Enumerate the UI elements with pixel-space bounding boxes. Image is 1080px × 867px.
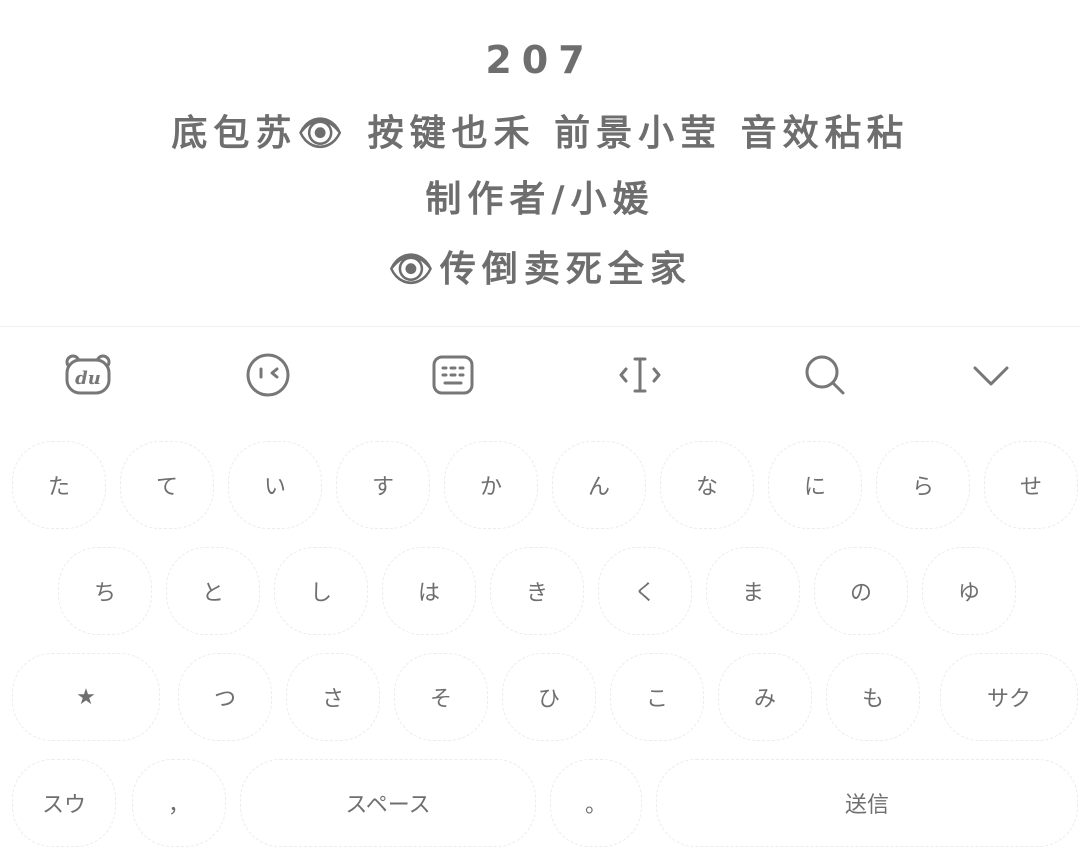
header-motto: 👁传倒卖死全家 [388,249,692,290]
search-icon[interactable] [797,347,853,403]
key-no[interactable]: の [814,547,908,635]
keyboard-toolbar: du [0,327,1080,427]
key-star[interactable]: ★ [12,653,160,741]
keyboard: du た て い す か ん な に ら せ ち と し は き く ま の ゆ… [0,326,1080,867]
key-n[interactable]: ん [552,441,646,529]
key-i[interactable]: い [228,441,322,529]
bear-label: du [75,368,101,389]
key-delete[interactable]: サク [940,653,1078,741]
key-ni[interactable]: に [768,441,862,529]
key-tsu[interactable]: つ [178,653,272,741]
key-ko[interactable]: こ [610,653,704,741]
emoji-face-icon[interactable] [240,347,296,403]
key-su[interactable]: す [336,441,430,529]
key-to[interactable]: と [166,547,260,635]
header-credits: 底包苏👁 按键也禾 前景小莹 音效秥秥 [171,113,909,154]
key-yu[interactable]: ゆ [922,547,1016,635]
key-hi[interactable]: ひ [502,653,596,741]
key-te[interactable]: て [120,441,214,529]
key-ha[interactable]: は [382,547,476,635]
cursor-move-icon[interactable] [612,347,668,403]
key-ki[interactable]: き [490,547,584,635]
key-chi[interactable]: ち [58,547,152,635]
key-mi[interactable]: み [718,653,812,741]
key-ma[interactable]: ま [706,547,800,635]
key-ra[interactable]: ら [876,441,970,529]
key-mode-switch[interactable]: スウ [12,759,116,847]
key-se[interactable]: せ [984,441,1078,529]
key-space[interactable]: スペース [240,759,536,847]
header-author: 制作者/小媛 [425,179,655,220]
chevron-down-icon[interactable] [963,347,1019,403]
du-bear-icon[interactable]: du [60,347,116,403]
key-na[interactable]: な [660,441,754,529]
key-ta[interactable]: た [12,441,106,529]
key-mo[interactable]: も [826,653,920,741]
key-period[interactable]: 。 [550,759,642,847]
header-number: 207 [485,38,595,82]
key-ku[interactable]: く [598,547,692,635]
key-comma[interactable]: ， [132,759,226,847]
keyboard-icon[interactable] [425,347,481,403]
key-send[interactable]: 送信 [656,759,1078,847]
key-shi[interactable]: し [274,547,368,635]
key-ka[interactable]: か [444,441,538,529]
key-so[interactable]: そ [394,653,488,741]
header: 207 底包苏👁 按键也禾 前景小莹 音效秥秥 制作者/小媛 👁传倒卖死全家 [0,0,1080,320]
key-sa[interactable]: さ [286,653,380,741]
